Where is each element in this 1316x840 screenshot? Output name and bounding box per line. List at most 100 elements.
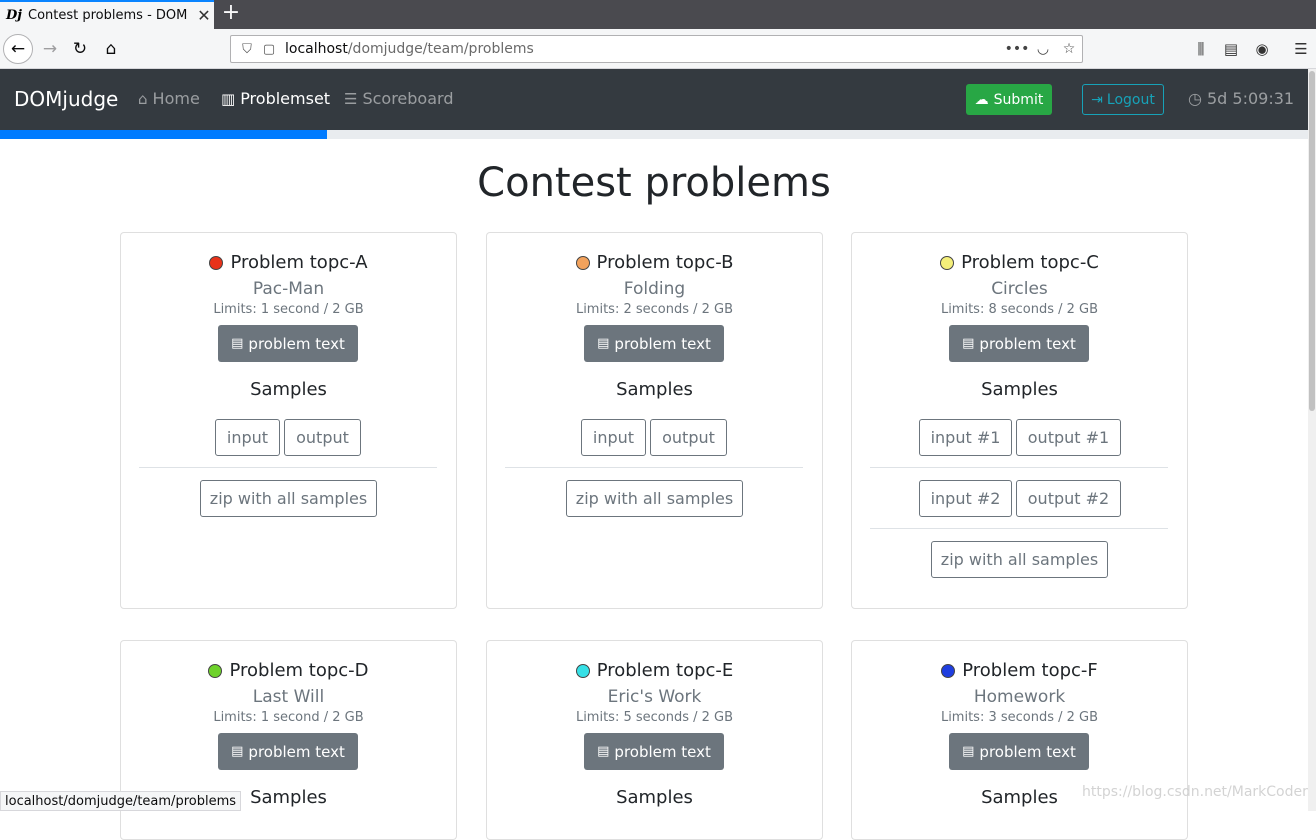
progress-fill — [0, 130, 327, 139]
logout-button[interactable]: ⇥ Logout — [1082, 84, 1164, 115]
app-navbar: DOMjudge ⌂ Home ▥ Problemset ☰ Scoreboar… — [0, 69, 1308, 130]
bookmark-star-icon[interactable]: ☆ — [1056, 41, 1082, 57]
back-icon[interactable]: ← — [3, 34, 33, 64]
scrollbar-thumb[interactable] — [1309, 71, 1315, 411]
problem-text-button[interactable]: ▤ problem text — [584, 733, 724, 770]
problem-limits: Limits: 2 seconds / 2 GB — [575, 302, 734, 317]
submit-label: Submit — [993, 91, 1044, 108]
samples-heading: Samples — [616, 379, 693, 400]
file-pdf-icon: ▤ — [231, 336, 244, 351]
sample-output-2-button[interactable]: output #2 — [1016, 480, 1121, 517]
contest-progress-bar — [0, 130, 1308, 139]
book-icon: ▥ — [221, 89, 236, 108]
nav-home-label: Home — [152, 89, 200, 108]
browser-home-icon[interactable]: ⌂ — [96, 34, 126, 64]
problem-label: Problem topc-A — [230, 252, 368, 273]
problem-card-b: Problem topc-B Folding Limits: 2 seconds… — [486, 232, 823, 609]
problem-text-button[interactable]: ▤ problem text — [218, 733, 358, 770]
problem-text-label: problem text — [614, 334, 711, 353]
nav-scoreboard[interactable]: ☰ Scoreboard — [344, 89, 453, 108]
status-bar-url: localhost/domjudge/team/problems — [0, 791, 242, 811]
file-pdf-icon: ▤ — [962, 336, 975, 351]
divider — [505, 467, 803, 468]
shield-icon[interactable]: ⛉ — [235, 42, 259, 57]
divider — [139, 467, 437, 468]
problem-name: Last Will — [252, 687, 325, 707]
problem-label: Problem topc-E — [596, 660, 734, 681]
list-icon: ☰ — [344, 89, 358, 108]
sample-input-2-button[interactable]: input #2 — [919, 480, 1012, 517]
logout-label: Logout — [1106, 91, 1155, 108]
account-icon[interactable]: ◉ — [1247, 34, 1277, 64]
samples-heading: Samples — [250, 379, 327, 400]
file-pdf-icon: ▤ — [962, 744, 975, 759]
samples-heading: Samples — [981, 379, 1058, 400]
library-icon[interactable]: ⫼ — [1186, 34, 1216, 64]
url-host: localhost — [285, 41, 348, 57]
problem-color-dot — [941, 663, 956, 678]
reload-icon[interactable]: ↻ — [65, 34, 95, 64]
menu-icon[interactable]: ☰ — [1286, 34, 1316, 64]
problem-text-button[interactable]: ▤ problem text — [949, 325, 1089, 362]
browser-tab[interactable]: Dj Contest problems - DOM ✕ — [0, 0, 214, 29]
nav-home[interactable]: ⌂ Home — [138, 89, 200, 108]
close-tab-icon[interactable]: ✕ — [194, 6, 214, 25]
divider — [870, 467, 1168, 468]
problem-text-button[interactable]: ▤ problem text — [218, 325, 358, 362]
sample-input-1-button[interactable]: input #1 — [919, 419, 1012, 456]
nav-problemset-label: Problemset — [240, 89, 331, 108]
problem-name: Pac-Man — [252, 279, 325, 299]
problem-card-f: Problem topc-F Homework Limits: 3 second… — [851, 640, 1188, 840]
favicon-icon: Dj — [6, 8, 22, 23]
problem-card-c: Problem topc-C Circles Limits: 8 seconds… — [851, 232, 1188, 609]
problem-limits: Limits: 1 second / 2 GB — [213, 710, 364, 725]
zip-samples-button[interactable]: zip with all samples — [566, 480, 743, 517]
url-path: /domjudge/team/problems — [347, 41, 534, 57]
pocket-icon[interactable]: ◡ — [1030, 41, 1056, 57]
sample-input-button[interactable]: input — [215, 419, 280, 456]
file-pdf-icon: ▤ — [231, 744, 244, 759]
problem-heading: Problem topc-F — [852, 660, 1187, 681]
page-info-icon[interactable]: ▢ — [259, 42, 279, 57]
problem-label: Problem topc-B — [596, 252, 734, 273]
problem-limits: Limits: 5 seconds / 2 GB — [575, 710, 734, 725]
problem-text-button[interactable]: ▤ problem text — [584, 325, 724, 362]
problem-color-dot — [208, 663, 223, 678]
browser-toolbar: ← → ↻ ⌂ ⛉ ▢ localhost/domjudge/team/prob… — [0, 29, 1316, 69]
zip-samples-button[interactable]: zip with all samples — [200, 480, 377, 517]
problem-text-label: problem text — [979, 334, 1076, 353]
more-actions-icon[interactable]: ••• — [1004, 41, 1030, 57]
new-tab-icon[interactable]: + — [220, 2, 242, 26]
file-pdf-icon: ▤ — [597, 336, 610, 351]
sign-out-icon: ⇥ — [1091, 91, 1103, 108]
problem-limits: Limits: 8 seconds / 2 GB — [940, 302, 1099, 317]
problem-heading: Problem topc-A — [121, 252, 456, 273]
submit-button[interactable]: ☁ Submit — [966, 84, 1052, 115]
url-bar[interactable]: ⛉ ▢ localhost/domjudge/team/problems •••… — [230, 35, 1083, 63]
page-scrollbar[interactable] — [1308, 69, 1316, 811]
problem-card-e: Problem topc-E Eric's Work Limits: 5 sec… — [486, 640, 823, 840]
sample-output-button[interactable]: output — [650, 419, 727, 456]
page-title: Contest problems — [477, 160, 831, 206]
brand-link[interactable]: DOMjudge — [14, 87, 118, 111]
zip-samples-button[interactable]: zip with all samples — [931, 541, 1108, 578]
problem-color-dot — [940, 255, 955, 270]
problem-name: Eric's Work — [607, 687, 702, 707]
problem-text-label: problem text — [979, 742, 1076, 761]
url-text[interactable]: localhost/domjudge/team/problems — [279, 41, 1004, 57]
sidebar-icon[interactable]: ▤ — [1216, 34, 1246, 64]
contest-clock: ◷ 5d 5:09:31 — [1188, 89, 1294, 108]
problem-heading: Problem topc-B — [487, 252, 822, 273]
samples-heading: Samples — [616, 787, 693, 808]
home-icon: ⌂ — [138, 89, 148, 108]
clock-icon: ◷ — [1188, 89, 1202, 108]
sample-output-button[interactable]: output — [284, 419, 361, 456]
forward-icon[interactable]: → — [35, 34, 65, 64]
sample-input-button[interactable]: input — [581, 419, 646, 456]
clock-time: 5d 5:09:31 — [1206, 89, 1295, 108]
sample-output-1-button[interactable]: output #1 — [1016, 419, 1121, 456]
problem-text-button[interactable]: ▤ problem text — [949, 733, 1089, 770]
problem-heading: Problem topc-E — [487, 660, 822, 681]
file-pdf-icon: ▤ — [597, 744, 610, 759]
nav-problemset[interactable]: ▥ Problemset — [221, 89, 330, 108]
